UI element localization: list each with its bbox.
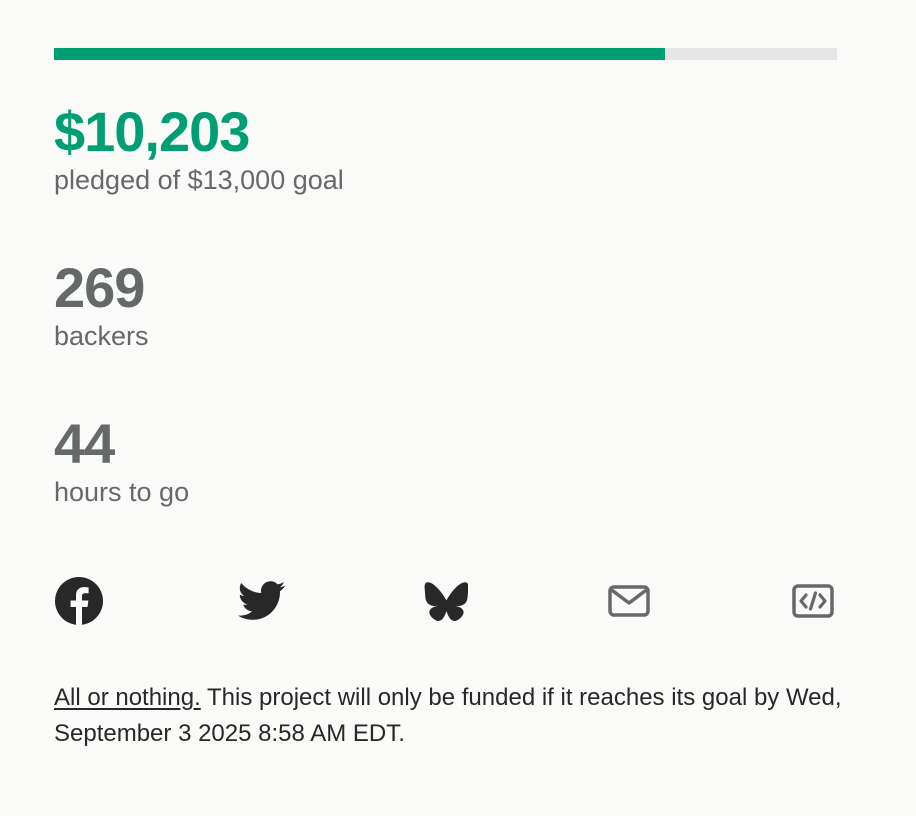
embed-icon: [792, 584, 834, 618]
pledged-amount: $10,203: [54, 100, 250, 163]
backers-stat: 269 backers: [54, 260, 149, 352]
funding-progress-bar: [54, 48, 837, 60]
facebook-icon: [55, 577, 103, 625]
funding-progress-fill: [54, 48, 665, 60]
time-left-value: 44: [54, 412, 115, 475]
share-bar: [54, 576, 837, 626]
bluesky-share-button[interactable]: [421, 576, 471, 626]
backers-count: 269: [54, 256, 145, 319]
bluesky-icon: [424, 582, 468, 621]
twitter-icon: [238, 581, 286, 620]
backers-label: backers: [54, 321, 149, 351]
email-icon: [608, 585, 650, 617]
funding-note: All or nothing. This project will only b…: [54, 680, 844, 752]
twitter-share-button[interactable]: [237, 576, 287, 626]
pledged-stat: $10,203 pledged of $13,000 goal: [54, 104, 344, 196]
facebook-share-button[interactable]: [54, 576, 104, 626]
all-or-nothing-link[interactable]: All or nothing.: [54, 684, 201, 711]
email-share-button[interactable]: [604, 576, 654, 626]
time-left-stat: 44 hours to go: [54, 416, 189, 508]
pledged-label: pledged of $13,000 goal: [54, 165, 344, 195]
time-left-label: hours to go: [54, 477, 190, 507]
embed-share-button[interactable]: [788, 576, 838, 626]
